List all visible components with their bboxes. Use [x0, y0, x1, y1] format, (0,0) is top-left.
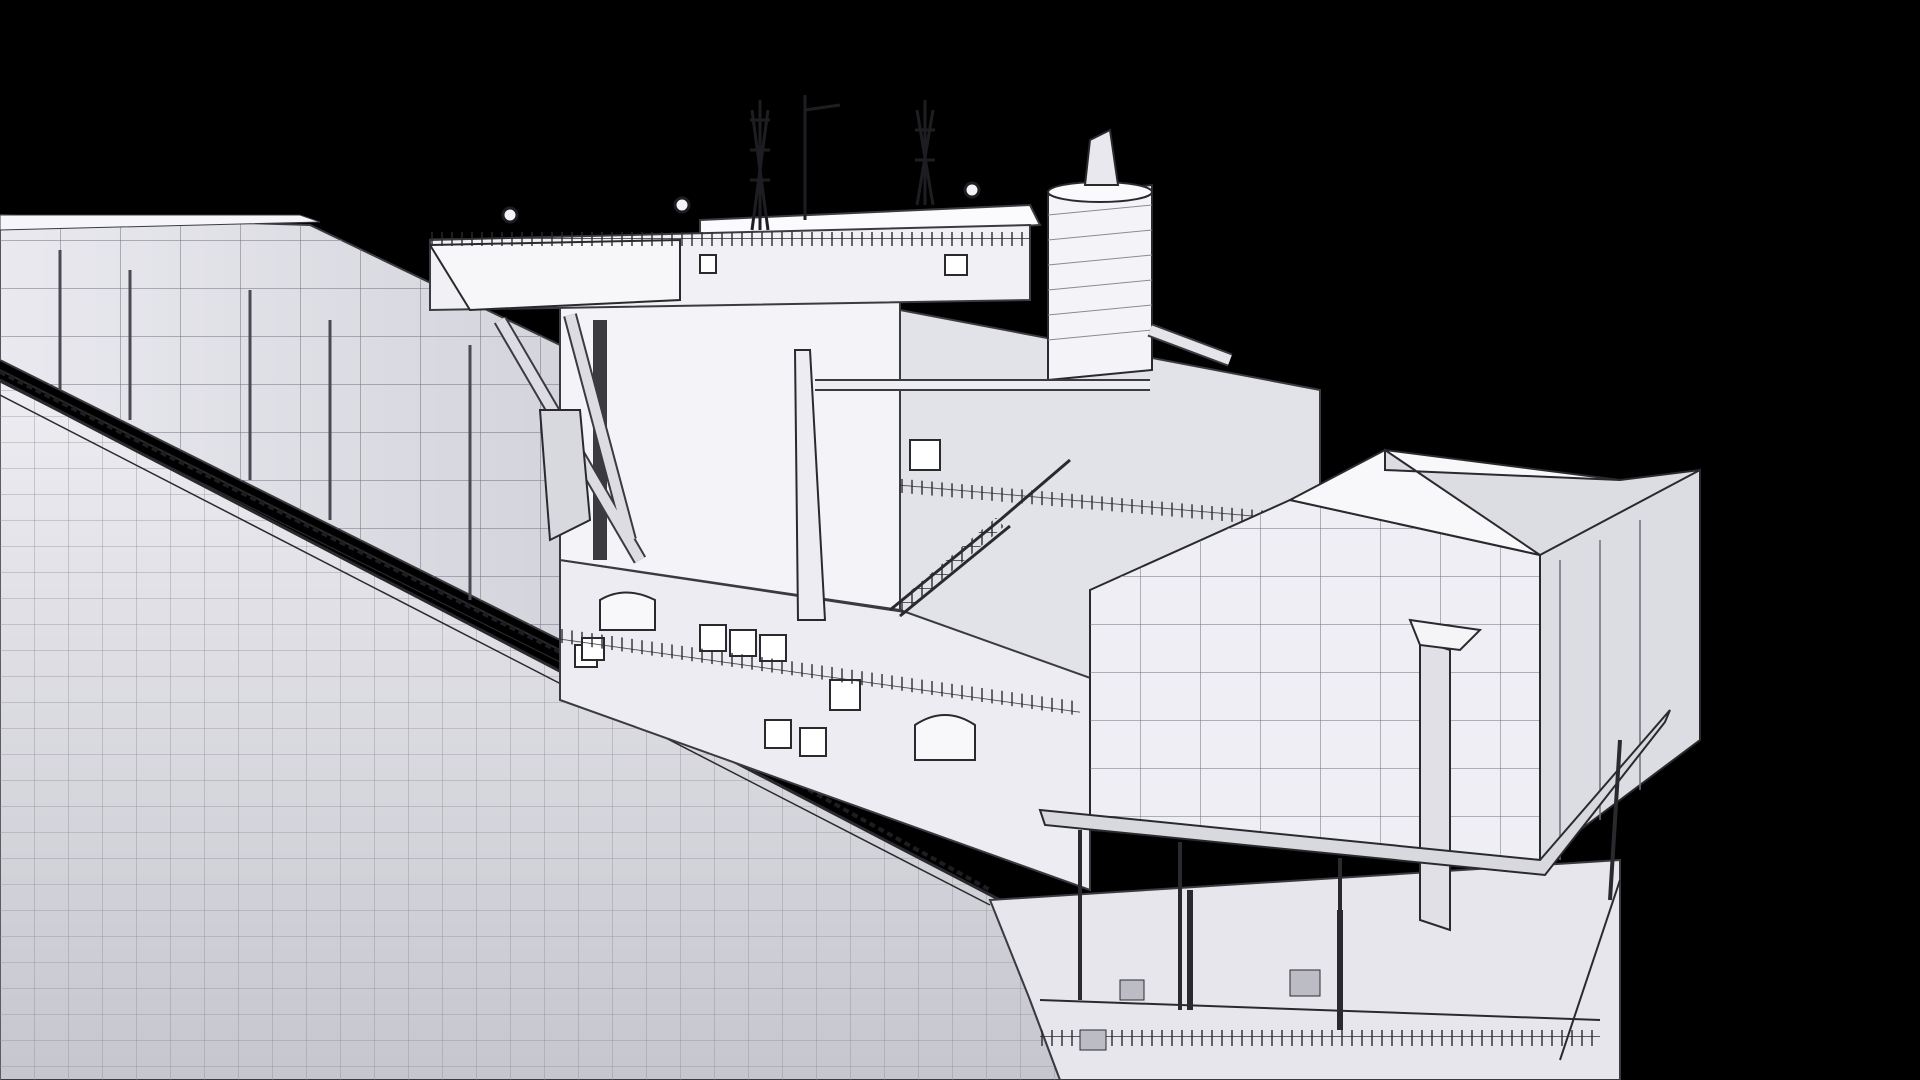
stern-deck — [988, 858, 1621, 1080]
ship-render — [0, 0, 1920, 1080]
